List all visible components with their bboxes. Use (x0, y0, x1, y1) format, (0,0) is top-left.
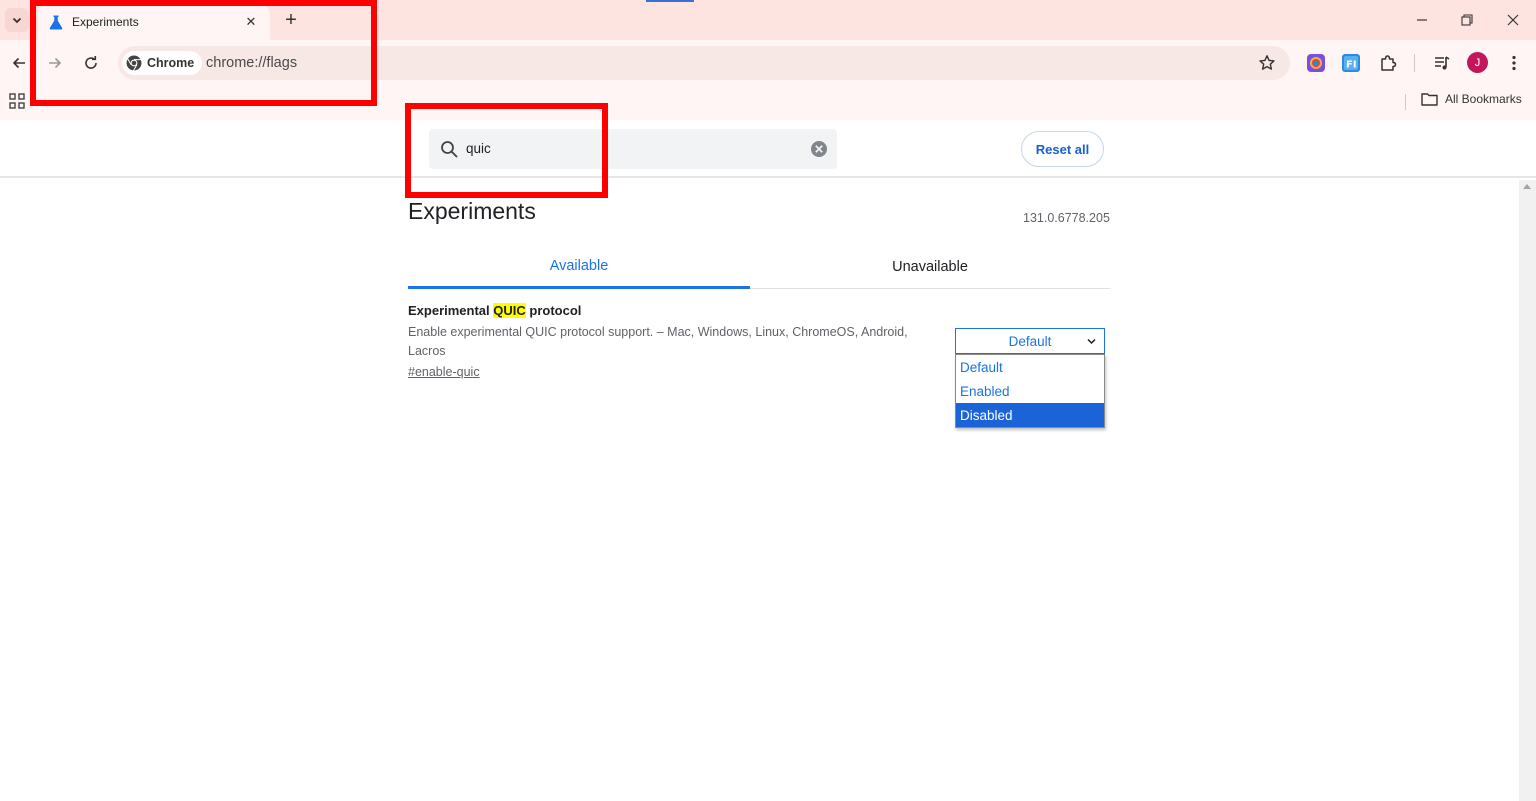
reset-all-button[interactable]: Reset all (1021, 131, 1104, 167)
select-value: Default (1008, 333, 1052, 349)
folder-icon (1421, 93, 1438, 106)
experiment-state-select[interactable]: Default (955, 328, 1105, 354)
puzzle-extensions-icon[interactable] (1377, 52, 1399, 74)
toolbar-separator (1414, 54, 1415, 72)
close-icon (1507, 14, 1519, 26)
chrome-version: 131.0.6778.205 (1023, 211, 1110, 225)
minimize-button[interactable] (1408, 8, 1436, 32)
option-disabled[interactable]: Disabled (956, 403, 1104, 427)
option-default[interactable]: Default (956, 355, 1104, 379)
experiment-permalink[interactable]: #enable-quic (408, 365, 480, 379)
select-dropdown-list: Default Enabled Disabled (955, 354, 1105, 428)
page-scrollbar[interactable] (1519, 180, 1536, 801)
option-enabled[interactable]: Enabled (956, 379, 1104, 403)
experiment-title: Experimental QUIC protocol (408, 303, 581, 318)
restore-icon (1461, 14, 1473, 26)
minimize-icon (1417, 19, 1427, 21)
experiment-description: Enable experimental QUIC protocol suppor… (408, 325, 908, 358)
annotation-box-tab-url (30, 0, 377, 106)
clear-search-icon[interactable] (810, 140, 828, 158)
experiment-title-suffix: protocol (525, 303, 582, 318)
tab-unavailable[interactable]: Unavailable (750, 245, 1110, 289)
close-window-button[interactable] (1499, 8, 1527, 32)
all-bookmarks-button[interactable]: All Bookmarks (1421, 92, 1522, 106)
back-button[interactable] (6, 50, 32, 76)
svg-text:FI: FI (1346, 60, 1357, 71)
tab-strip-indicator (646, 0, 694, 2)
tab-search-button[interactable] (5, 8, 29, 32)
all-bookmarks-label: All Bookmarks (1445, 92, 1522, 106)
experiment-title-prefix: Experimental (408, 303, 494, 318)
more-menu-icon[interactable] (1503, 52, 1525, 74)
profile-avatar[interactable]: J (1467, 52, 1488, 73)
apps-grid-icon[interactable] (9, 93, 25, 109)
search-highlight: QUIC (493, 303, 526, 318)
restore-button[interactable] (1453, 8, 1481, 32)
tab-available[interactable]: Available (408, 245, 750, 289)
chevron-down-icon (1087, 338, 1096, 345)
bookmark-star-icon[interactable] (1258, 54, 1276, 72)
scroll-up-arrow-icon[interactable] (1523, 184, 1531, 189)
fi-extension-icon[interactable]: FI (1340, 52, 1362, 74)
chevron-down-icon (12, 17, 22, 24)
bookmarks-separator (1405, 94, 1406, 110)
media-controls-icon[interactable] (1431, 52, 1453, 74)
color-picker-extension-icon[interactable] (1305, 52, 1327, 74)
arrow-left-icon (12, 57, 25, 69)
annotation-box-search (405, 103, 608, 198)
page-title: Experiments (408, 198, 536, 224)
